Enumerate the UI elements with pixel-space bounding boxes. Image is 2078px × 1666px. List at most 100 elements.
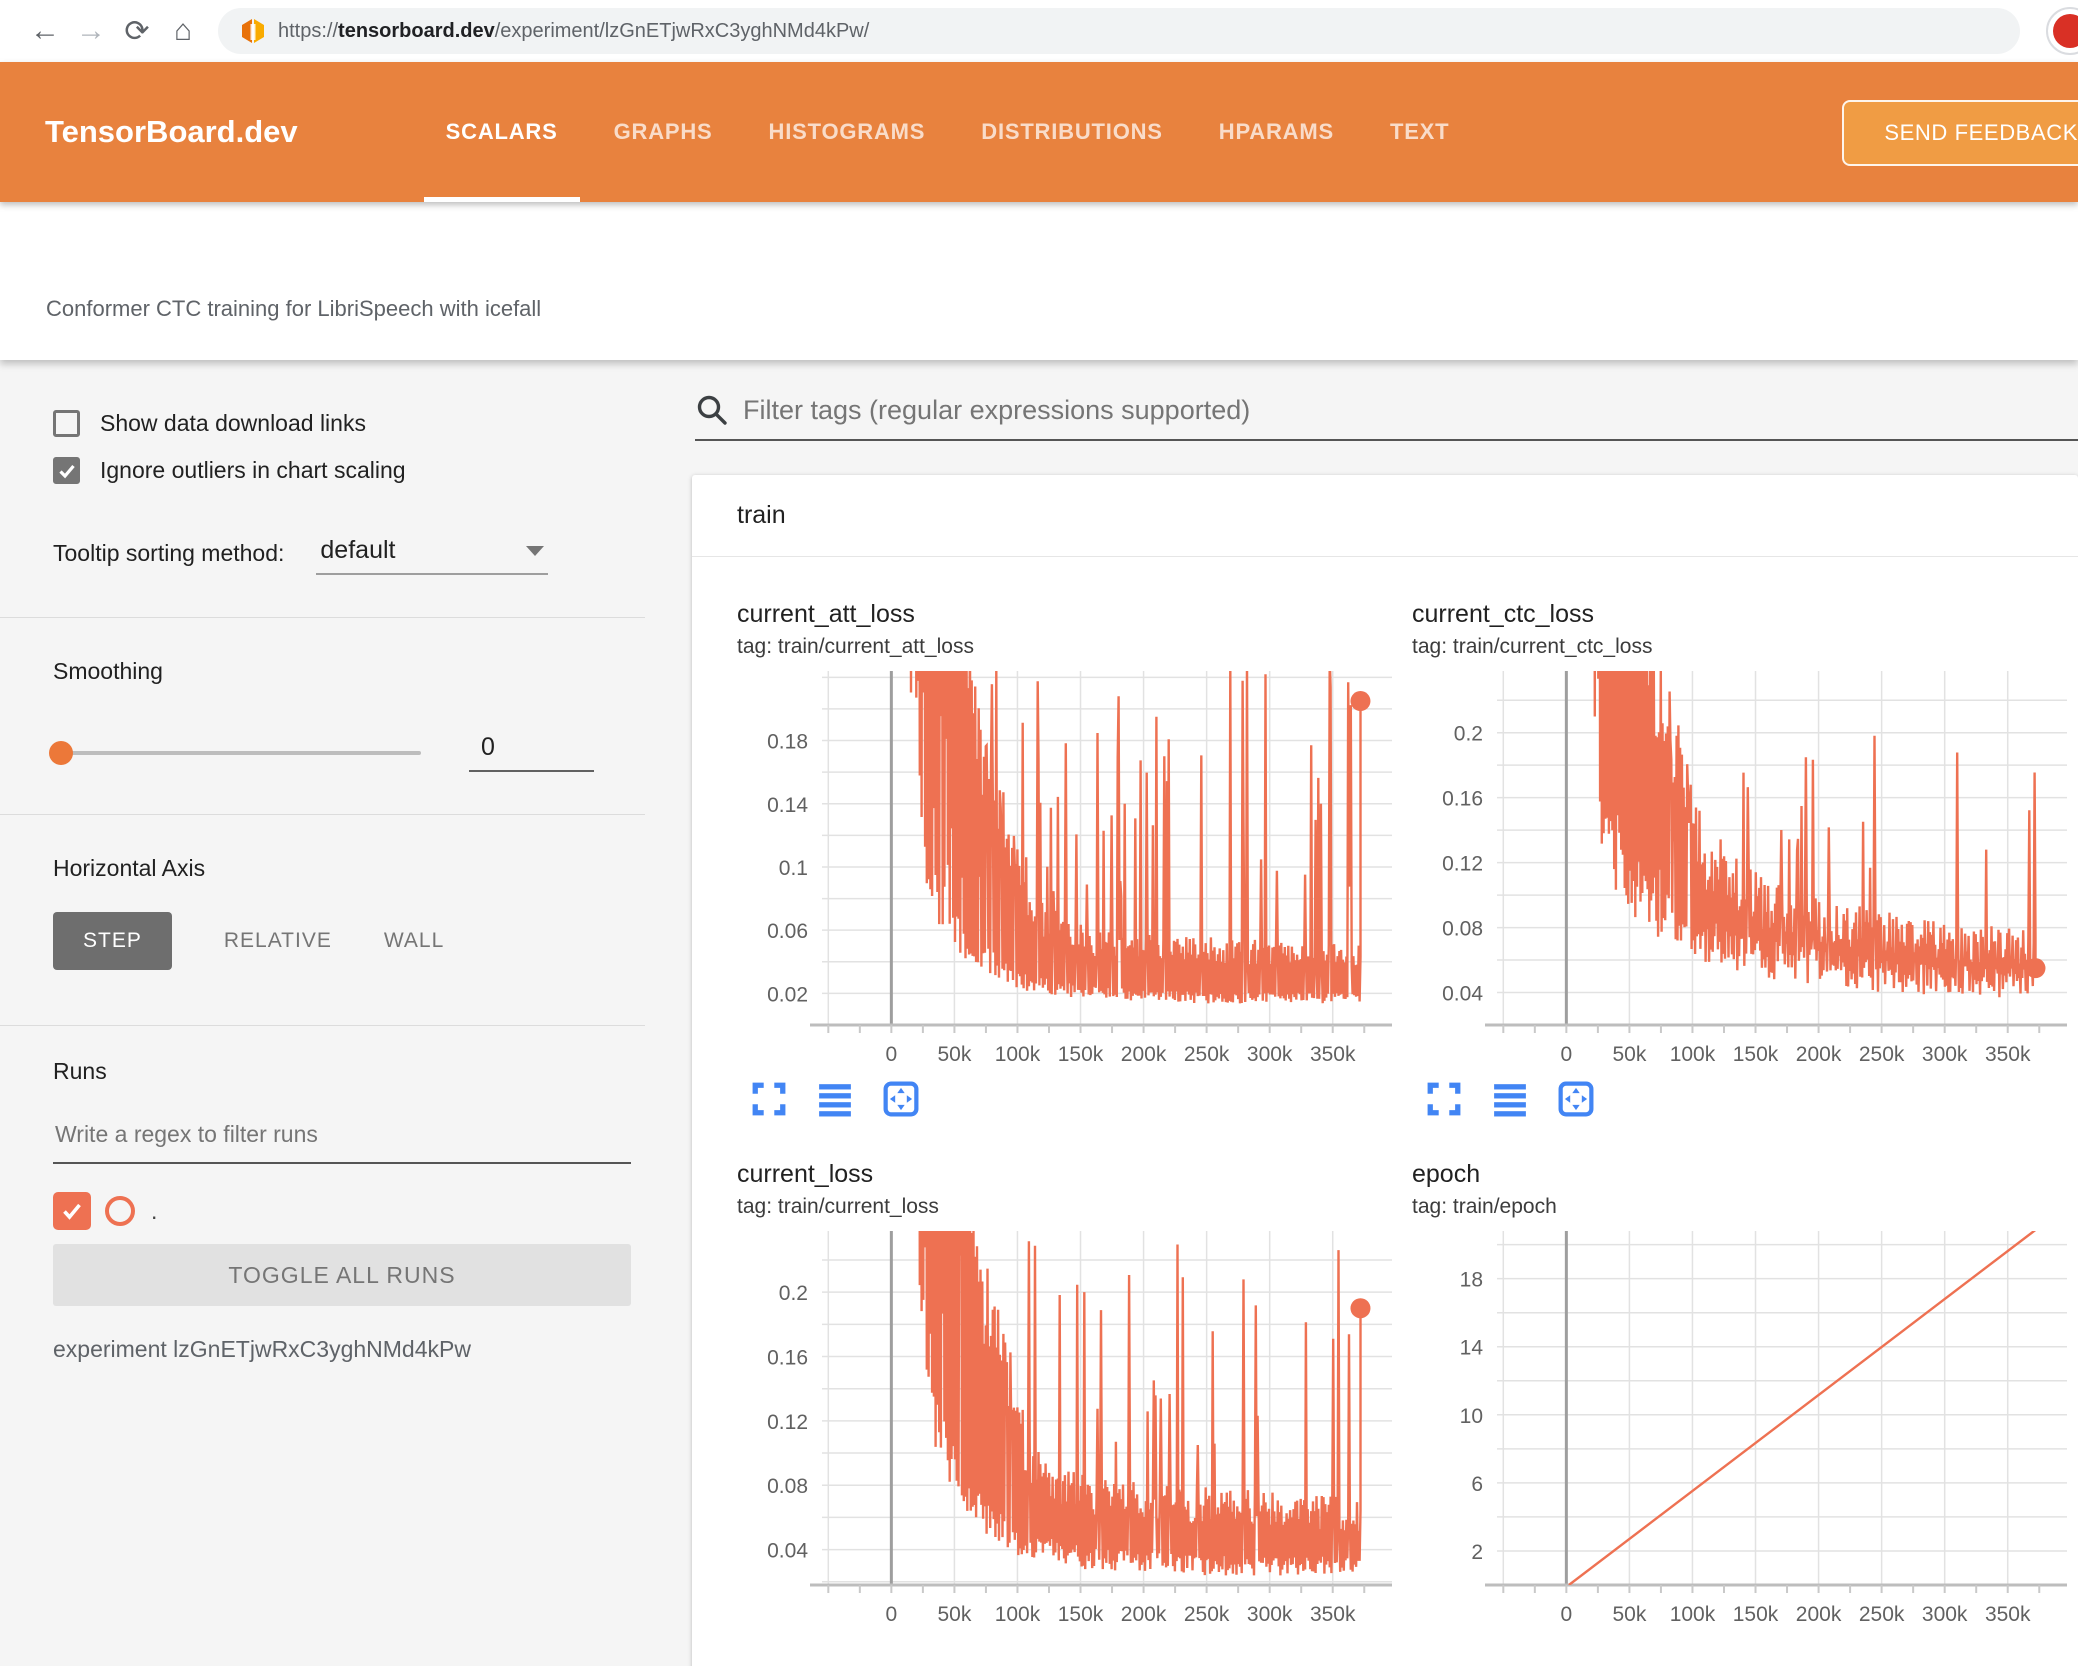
profile-avatar[interactable] <box>2046 7 2078 55</box>
svg-text:0: 0 <box>1561 1043 1573 1066</box>
group-title: train <box>737 501 786 529</box>
tab-histograms[interactable]: HISTOGRAMS <box>741 62 954 202</box>
url-text: https://tensorboard.dev/experiment/lzGnE… <box>278 19 870 42</box>
nav-tabs: SCALARS GRAPHS HISTOGRAMS DISTRIBUTIONS … <box>418 62 1478 202</box>
chart-plot[interactable]: 0 50k 100k 150k 200k 250k 300k 350k 0.04 0.08 0.12… <box>737 1227 1397 1629</box>
address-bar[interactable]: https://tensorboard.dev/experiment/lzGnE… <box>218 8 2020 54</box>
show-download-links-label: Show data download links <box>100 410 366 436</box>
app-header: TensorBoard.dev SCALARS GRAPHS HISTOGRAM… <box>0 62 2078 202</box>
runs-label: Runs <box>53 1058 107 1084</box>
svg-text:300k: 300k <box>1922 1603 1968 1626</box>
forward-icon[interactable]: → <box>68 14 114 48</box>
reload-icon[interactable]: ⟳ <box>114 14 160 49</box>
tab-hparams[interactable]: HPARAMS <box>1191 62 1362 202</box>
run-list-item[interactable]: . <box>53 1192 630 1230</box>
axis-relative-button[interactable]: RELATIVE <box>224 929 332 953</box>
show-download-links-row[interactable]: Show data download links <box>53 410 630 437</box>
runs-filter-input[interactable] <box>53 1115 631 1164</box>
chart-plot[interactable]: 0 50k 100k 150k 200k 250k 300k 350k 0.02 0.06 0.1 0… <box>737 667 1397 1069</box>
chart-plot[interactable]: 0 50k 100k 150k 200k 250k 300k 350k 0.04 0.08 0.12… <box>1412 667 2072 1069</box>
tag-filter-input[interactable] <box>743 394 2078 426</box>
svg-text:200k: 200k <box>1796 1043 1842 1066</box>
svg-text:100k: 100k <box>995 1603 1041 1626</box>
svg-text:350k: 350k <box>1310 1603 1356 1626</box>
svg-text:250k: 250k <box>1184 1603 1230 1626</box>
tab-distributions[interactable]: DISTRIBUTIONS <box>953 62 1191 202</box>
fullscreen-icon[interactable] <box>1426 1081 1462 1117</box>
svg-text:0.06: 0.06 <box>767 920 808 943</box>
fit-domain-icon[interactable] <box>883 1081 919 1117</box>
chart-tag: tag: train/current_att_loss <box>737 635 974 658</box>
svg-text:0.2: 0.2 <box>1454 723 1483 746</box>
smoothing-slider[interactable] <box>49 740 421 765</box>
svg-text:0.02: 0.02 <box>767 983 808 1006</box>
experiment-id-label: experiment lzGnETjwRxC3yghNMd4kPw <box>53 1336 471 1362</box>
svg-text:150k: 150k <box>1058 1603 1104 1626</box>
svg-text:0.04: 0.04 <box>767 1540 808 1563</box>
svg-text:150k: 150k <box>1733 1603 1779 1626</box>
chart-current-ctc-loss: current_ctc_loss tag: train/current_ctc_… <box>1412 599 2072 1117</box>
svg-text:50k: 50k <box>937 1043 971 1066</box>
expand-lines-icon[interactable] <box>817 1081 853 1117</box>
svg-text:300k: 300k <box>1247 1043 1293 1066</box>
chevron-down-icon <box>526 545 545 556</box>
svg-text:6: 6 <box>1471 1473 1483 1496</box>
svg-text:18: 18 <box>1460 1269 1483 1292</box>
chart-tag: tag: train/current_ctc_loss <box>1412 635 1653 658</box>
show-download-links-checkbox[interactable] <box>53 410 80 437</box>
svg-text:250k: 250k <box>1859 1043 1905 1066</box>
settings-sidebar: Show data download links Ignore outliers… <box>0 360 645 1666</box>
horizontal-axis-label: Horizontal Axis <box>53 855 206 881</box>
svg-text:50k: 50k <box>1612 1603 1646 1626</box>
tab-graphs[interactable]: GRAPHS <box>586 62 741 202</box>
svg-text:200k: 200k <box>1796 1603 1842 1626</box>
tooltip-sorting-label: Tooltip sorting method: <box>53 540 285 566</box>
svg-text:14: 14 <box>1460 1337 1484 1360</box>
chart-toolbar <box>1412 1081 2072 1117</box>
svg-text:0: 0 <box>1561 1603 1573 1626</box>
browser-chrome: ← → ⟳ ⌂ https://tensorboard.dev/experime… <box>0 0 2078 62</box>
divider <box>0 617 645 618</box>
chart-title: current_ctc_loss <box>1412 600 1595 628</box>
tensorboard-favicon <box>240 18 266 44</box>
chart-plot[interactable]: 0 50k 100k 150k 200k 250k 300k 350k 2 6 10 14 18 <box>1412 1227 2072 1629</box>
run-color-swatch <box>105 1196 135 1226</box>
svg-text:0.18: 0.18 <box>767 731 808 754</box>
smoothing-slider-thumb[interactable] <box>49 740 73 765</box>
ignore-outliers-checkbox[interactable] <box>53 457 80 484</box>
fullscreen-icon[interactable] <box>751 1081 787 1117</box>
axis-step-button[interactable]: STEP <box>53 912 172 970</box>
chart-title: current_att_loss <box>737 600 915 628</box>
ignore-outliers-row[interactable]: Ignore outliers in chart scaling <box>53 457 630 484</box>
home-icon[interactable]: ⌂ <box>160 14 206 48</box>
axis-wall-button[interactable]: WALL <box>384 929 444 953</box>
divider <box>0 814 645 815</box>
smoothing-value-field[interactable]: 0 <box>469 733 594 772</box>
svg-text:0: 0 <box>886 1043 898 1066</box>
tag-filter-row[interactable] <box>695 393 2078 441</box>
send-feedback-button[interactable]: SEND FEEDBACK <box>1842 100 2078 166</box>
chart-title: current_loss <box>737 1160 874 1188</box>
avatar-image <box>2053 14 2078 48</box>
run-checkbox[interactable] <box>53 1192 91 1230</box>
svg-text:300k: 300k <box>1247 1603 1293 1626</box>
svg-text:50k: 50k <box>1612 1043 1646 1066</box>
svg-text:250k: 250k <box>1184 1043 1230 1066</box>
chart-toolbar <box>737 1081 1397 1117</box>
experiment-subtitle-bar: Conformer CTC training for LibriSpeech w… <box>0 202 2078 360</box>
chart-tag: tag: train/epoch <box>1412 1195 1557 1218</box>
svg-text:0.08: 0.08 <box>767 1475 808 1498</box>
tooltip-sorting-dropdown[interactable]: default <box>316 536 549 575</box>
fit-domain-icon[interactable] <box>1558 1081 1594 1117</box>
experiment-title: Conformer CTC training for LibriSpeech w… <box>46 296 542 321</box>
svg-text:100k: 100k <box>995 1043 1041 1066</box>
expand-lines-icon[interactable] <box>1492 1081 1528 1117</box>
toggle-all-runs-button[interactable]: TOGGLE ALL RUNS <box>53 1244 631 1306</box>
svg-text:0.1: 0.1 <box>779 857 808 880</box>
back-icon[interactable]: ← <box>22 14 68 48</box>
tab-text[interactable]: TEXT <box>1362 62 1477 202</box>
tooltip-sorting-value: default <box>320 536 396 564</box>
train-group-header[interactable]: train <box>692 475 2078 557</box>
tab-scalars[interactable]: SCALARS <box>418 62 586 202</box>
svg-text:0.16: 0.16 <box>1442 788 1483 811</box>
